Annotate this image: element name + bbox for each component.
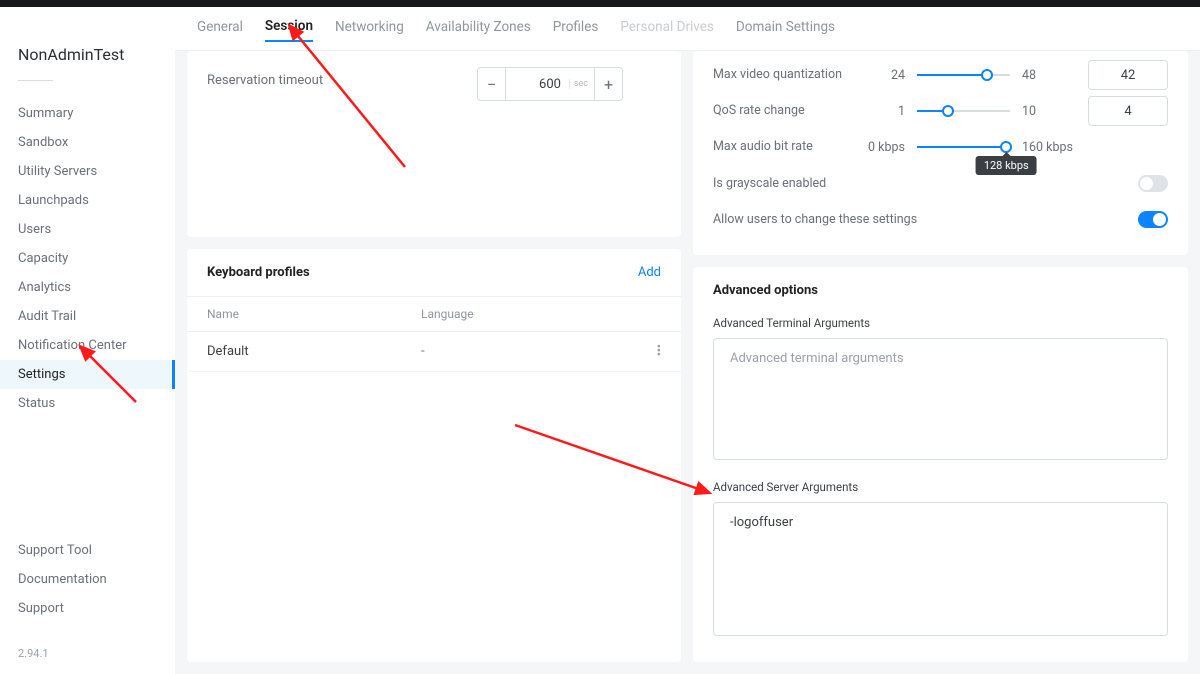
keyboard-table-header: Name Language (187, 296, 681, 332)
version-label: 2.94.1 (0, 637, 175, 674)
sidebar-item-settings[interactable]: Settings (0, 360, 175, 389)
reservation-stepper[interactable]: − 600 sec + (477, 67, 623, 101)
slider[interactable] (917, 68, 1010, 82)
advanced-panel: Advanced options Advanced Terminal Argum… (693, 267, 1188, 662)
top-stripe (0, 0, 1200, 7)
kebab-icon[interactable]: ••• (641, 346, 661, 358)
tab-availability-zones[interactable]: Availability Zones (426, 19, 531, 41)
tab-session[interactable]: Session (265, 18, 313, 42)
table-row[interactable]: Default-••• (187, 332, 681, 372)
sidebar-item-status[interactable]: Status (0, 389, 175, 418)
quality-value-box[interactable]: 4 (1088, 96, 1168, 126)
kb-name: Default (207, 344, 421, 359)
stepper-value-text: 600 (539, 77, 561, 92)
sidebar-item-analytics[interactable]: Analytics (0, 273, 175, 302)
sidebar: NonAdminTest SummarySandboxUtility Serve… (0, 7, 175, 674)
streaming-panel: Max video quantization244842QoS rate cha… (693, 51, 1188, 255)
sidebar-item-summary[interactable]: Summary (0, 99, 175, 128)
sidebar-item-users[interactable]: Users (0, 215, 175, 244)
server-args-label: Advanced Server Arguments (713, 480, 1168, 494)
range-min: 24 (853, 68, 905, 83)
sidebar-item-utility-servers[interactable]: Utility Servers (0, 157, 175, 186)
main-area: General Session Networking Availability Zon… (175, 7, 1200, 674)
reservation-panel: Reservation timeout − 600 sec + (187, 51, 681, 237)
sidebar-bottom-support[interactable]: Support (0, 594, 175, 623)
tab-bar: General Session Networking Availability Zon… (175, 7, 1200, 51)
range-max: 160 kbps (1022, 140, 1074, 155)
col-lang: Language (421, 307, 474, 321)
sidebar-item-launchpads[interactable]: Launchpads (0, 186, 175, 215)
reservation-label: Reservation timeout (207, 73, 323, 88)
advanced-title: Advanced options (713, 283, 1168, 298)
tab-domain-settings[interactable]: Domain Settings (736, 19, 835, 41)
stepper-plus-button[interactable]: + (594, 68, 622, 100)
tab-personal-drives: Personal Drives (620, 19, 714, 41)
sidebar-bottom-documentation[interactable]: Documentation (0, 565, 175, 594)
range-min: 0 kbps (853, 140, 905, 155)
quality-value-box[interactable]: 42 (1088, 60, 1168, 90)
stepper-value[interactable]: 600 sec (506, 68, 594, 100)
brand-underline (18, 80, 53, 81)
sidebar-item-audit-trail[interactable]: Audit Trail (0, 302, 175, 331)
tab-networking[interactable]: Networking (335, 19, 404, 41)
allow-change-label: Allow users to change these settings (713, 212, 917, 227)
slider[interactable] (917, 104, 1010, 118)
range-max: 48 (1022, 68, 1074, 83)
kb-lang: - (421, 344, 641, 359)
grayscale-toggle[interactable] (1138, 175, 1168, 192)
nav-list: SummarySandboxUtility ServersLaunchpadsU… (0, 99, 175, 536)
server-args-input[interactable] (713, 502, 1168, 636)
slider[interactable]: 128 kbps (917, 140, 1010, 154)
sidebar-bottom-support-tool[interactable]: Support Tool (0, 536, 175, 565)
terminal-args-input[interactable] (713, 338, 1168, 460)
sidebar-item-sandbox[interactable]: Sandbox (0, 128, 175, 157)
allow-change-toggle[interactable] (1138, 211, 1168, 228)
keyboard-title: Keyboard profiles (207, 265, 310, 280)
slider-tooltip: 128 kbps (976, 156, 1037, 175)
stepper-minus-button[interactable]: − (478, 68, 506, 100)
quality-row: QoS rate change1 10 4 (713, 93, 1168, 129)
sidebar-item-capacity[interactable]: Capacity (0, 244, 175, 273)
quality-row: Max video quantization24 48 42 (713, 57, 1168, 93)
quality-label: Max video quantization (713, 68, 853, 82)
range-min: 1 (853, 104, 905, 119)
bottom-nav-list: Support ToolDocumentationSupport (0, 536, 175, 637)
stepper-unit: sec (569, 79, 588, 89)
quality-label: Max audio bit rate (713, 140, 853, 154)
col-name: Name (207, 307, 421, 321)
sidebar-item-notification-center[interactable]: Notification Center (0, 331, 175, 360)
range-max: 10 (1022, 104, 1074, 119)
quality-row: Max audio bit rate0 kbps 128 kbps 160 kbps (713, 129, 1168, 165)
brand-title: NonAdminTest (0, 25, 175, 70)
add-keyboard-link[interactable]: Add (638, 265, 661, 280)
tab-profiles[interactable]: Profiles (553, 19, 599, 41)
terminal-args-label: Advanced Terminal Arguments (713, 316, 1168, 330)
quality-label: QoS rate change (713, 104, 853, 118)
keyboard-panel: Keyboard profiles Add Name Language Defa… (187, 249, 681, 662)
grayscale-label: Is grayscale enabled (713, 176, 826, 191)
tab-general[interactable]: General (197, 19, 243, 41)
